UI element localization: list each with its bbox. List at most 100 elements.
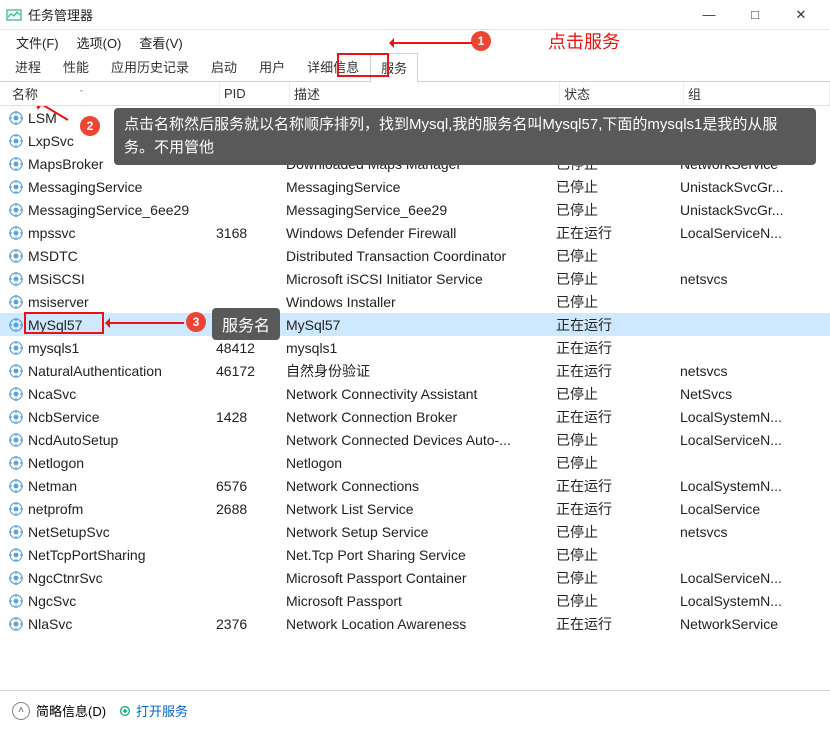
table-row[interactable]: NgcSvcMicrosoft Passport已停止LocalSystemN.… [0, 589, 830, 612]
service-status: 已停止 [556, 269, 680, 289]
service-gear-icon [8, 616, 24, 632]
service-status: 已停止 [556, 545, 680, 565]
service-description: Netlogon [286, 455, 556, 471]
table-row[interactable]: netprofm2688Network List Service正在运行Loca… [0, 497, 830, 520]
service-status: 已停止 [556, 430, 680, 450]
service-description: MessagingService [286, 179, 556, 195]
service-description: MessagingService_6ee29 [286, 202, 556, 218]
table-row[interactable]: MessagingService_6ee29MessagingService_6… [0, 198, 830, 221]
service-status: 正在运行 [556, 476, 680, 496]
maximize-button[interactable]: □ [732, 0, 778, 30]
service-name: MapsBroker [28, 156, 103, 172]
tab-startup[interactable]: 启动 [200, 52, 248, 81]
menu-view[interactable]: 查看(V) [133, 31, 188, 54]
tab-services[interactable]: 服务 [370, 53, 418, 82]
table-row[interactable]: MySql5743984MySql57正在运行 [0, 313, 830, 336]
fewer-details-button[interactable]: ˄ 简略信息(D) [12, 701, 106, 720]
service-name: MSiSCSI [28, 271, 85, 287]
service-description: Network Connections [286, 478, 556, 494]
service-name: NcbService [28, 409, 100, 425]
table-row[interactable]: NcaSvcNetwork Connectivity Assistant已停止N… [0, 382, 830, 405]
service-status: 正在运行 [556, 407, 680, 427]
service-group: netsvcs [680, 271, 830, 287]
service-gear-icon [8, 455, 24, 471]
service-gear-icon [8, 593, 24, 609]
table-row[interactable]: NaturalAuthentication46172自然身份验证正在运行nets… [0, 359, 830, 382]
service-description: Microsoft iSCSI Initiator Service [286, 271, 556, 287]
close-button[interactable]: ✕ [778, 0, 824, 30]
services-table[interactable]: 2 点击名称然后服务就以名称顺序排列，找到Mysql,我的服务名叫Mysql57… [0, 106, 830, 690]
table-row[interactable]: NetTcpPortSharingNet.Tcp Port Sharing Se… [0, 543, 830, 566]
service-name: MessagingService [28, 179, 142, 195]
menu-file[interactable]: 文件(F) [10, 31, 65, 54]
service-gear-icon [8, 317, 24, 333]
service-gear-icon [8, 409, 24, 425]
service-group: UnistackSvcGr... [680, 179, 830, 195]
service-group: LocalService [680, 501, 830, 517]
table-row[interactable]: NetlogonNetlogon已停止 [0, 451, 830, 474]
service-name: Netman [28, 478, 77, 494]
header-status[interactable]: 状态 [560, 82, 684, 105]
service-description: Network Setup Service [286, 524, 556, 540]
table-row[interactable]: NlaSvc2376Network Location Awareness正在运行… [0, 612, 830, 635]
table-row[interactable]: mpssvc3168Windows Defender Firewall正在运行L… [0, 221, 830, 244]
service-gear-icon [8, 501, 24, 517]
service-status: 正在运行 [556, 315, 680, 335]
service-name: NlaSvc [28, 616, 72, 632]
annotation-arrow-mysql57 [108, 322, 184, 324]
header-name[interactable]: 名称 ˆ [8, 82, 220, 105]
service-group: LocalSystemN... [680, 409, 830, 425]
table-row[interactable]: MSDTCDistributed Transaction Coordinator… [0, 244, 830, 267]
menu-options[interactable]: 选项(O) [71, 31, 128, 54]
service-status: 已停止 [556, 591, 680, 611]
footer: ˄ 简略信息(D) 打开服务 [0, 690, 830, 730]
table-row[interactable]: NcdAutoSetupNetwork Connected Devices Au… [0, 428, 830, 451]
header-group[interactable]: 组 [684, 82, 830, 105]
service-description: Net.Tcp Port Sharing Service [286, 547, 556, 563]
tab-processes[interactable]: 进程 [4, 52, 52, 81]
open-services-link[interactable]: 打开服务 [118, 701, 188, 720]
service-gear-icon [8, 570, 24, 586]
tabbar: 进程 性能 应用历史记录 启动 用户 详细信息 服务 [0, 54, 830, 82]
service-gear-icon [8, 225, 24, 241]
table-row[interactable]: NgcCtnrSvcMicrosoft Passport Container已停… [0, 566, 830, 589]
table-row[interactable]: MessagingServiceMessagingService已停止Unist… [0, 175, 830, 198]
service-status: 正在运行 [556, 499, 680, 519]
service-pid: 1428 [216, 409, 286, 425]
service-name: mpssvc [28, 225, 75, 241]
service-pid: 48412 [216, 340, 286, 356]
header-description[interactable]: 描述 [290, 82, 560, 105]
table-row[interactable]: MSiSCSI Microsoft iSCSI Initiator Service… [0, 267, 830, 290]
service-group: netsvcs [680, 524, 830, 540]
annotation-tooltip-service-name: 服务名 [212, 308, 280, 340]
service-gear-icon [8, 110, 24, 126]
service-name: NcdAutoSetup [28, 432, 118, 448]
service-name: Netlogon [28, 455, 84, 471]
minimize-button[interactable]: — [686, 0, 732, 30]
service-name: NgcSvc [28, 593, 76, 609]
tab-details[interactable]: 详细信息 [296, 52, 370, 81]
table-row[interactable]: NetSetupSvcNetwork Setup Service已停止netsv… [0, 520, 830, 543]
tab-users[interactable]: 用户 [248, 52, 296, 81]
tab-performance[interactable]: 性能 [52, 52, 100, 81]
service-name: msiserver [28, 294, 89, 310]
service-description: Microsoft Passport Container [286, 570, 556, 586]
service-gear-icon [8, 432, 24, 448]
service-status: 已停止 [556, 522, 680, 542]
service-status: 已停止 [556, 453, 680, 473]
service-gear-icon [8, 179, 24, 195]
tab-app-history[interactable]: 应用历史记录 [100, 52, 200, 81]
open-services-label: 打开服务 [136, 701, 188, 720]
table-row[interactable]: NcbService1428Network Connection Broker正… [0, 405, 830, 428]
service-status: 正在运行 [556, 614, 680, 634]
service-pid: 3168 [216, 225, 286, 241]
service-description: Windows Installer [286, 294, 556, 310]
table-row[interactable]: mysqls148412mysqls1正在运行 [0, 336, 830, 359]
header-pid[interactable]: PID [220, 82, 290, 105]
table-row[interactable]: msiserverWindows Installer已停止 [0, 290, 830, 313]
window-title: 任务管理器 [28, 5, 93, 24]
titlebar: 任务管理器 — □ ✕ [0, 0, 830, 30]
header-name-label: 名称 [12, 84, 38, 103]
service-gear-icon [8, 133, 24, 149]
table-row[interactable]: Netman6576Network Connections正在运行LocalSy… [0, 474, 830, 497]
